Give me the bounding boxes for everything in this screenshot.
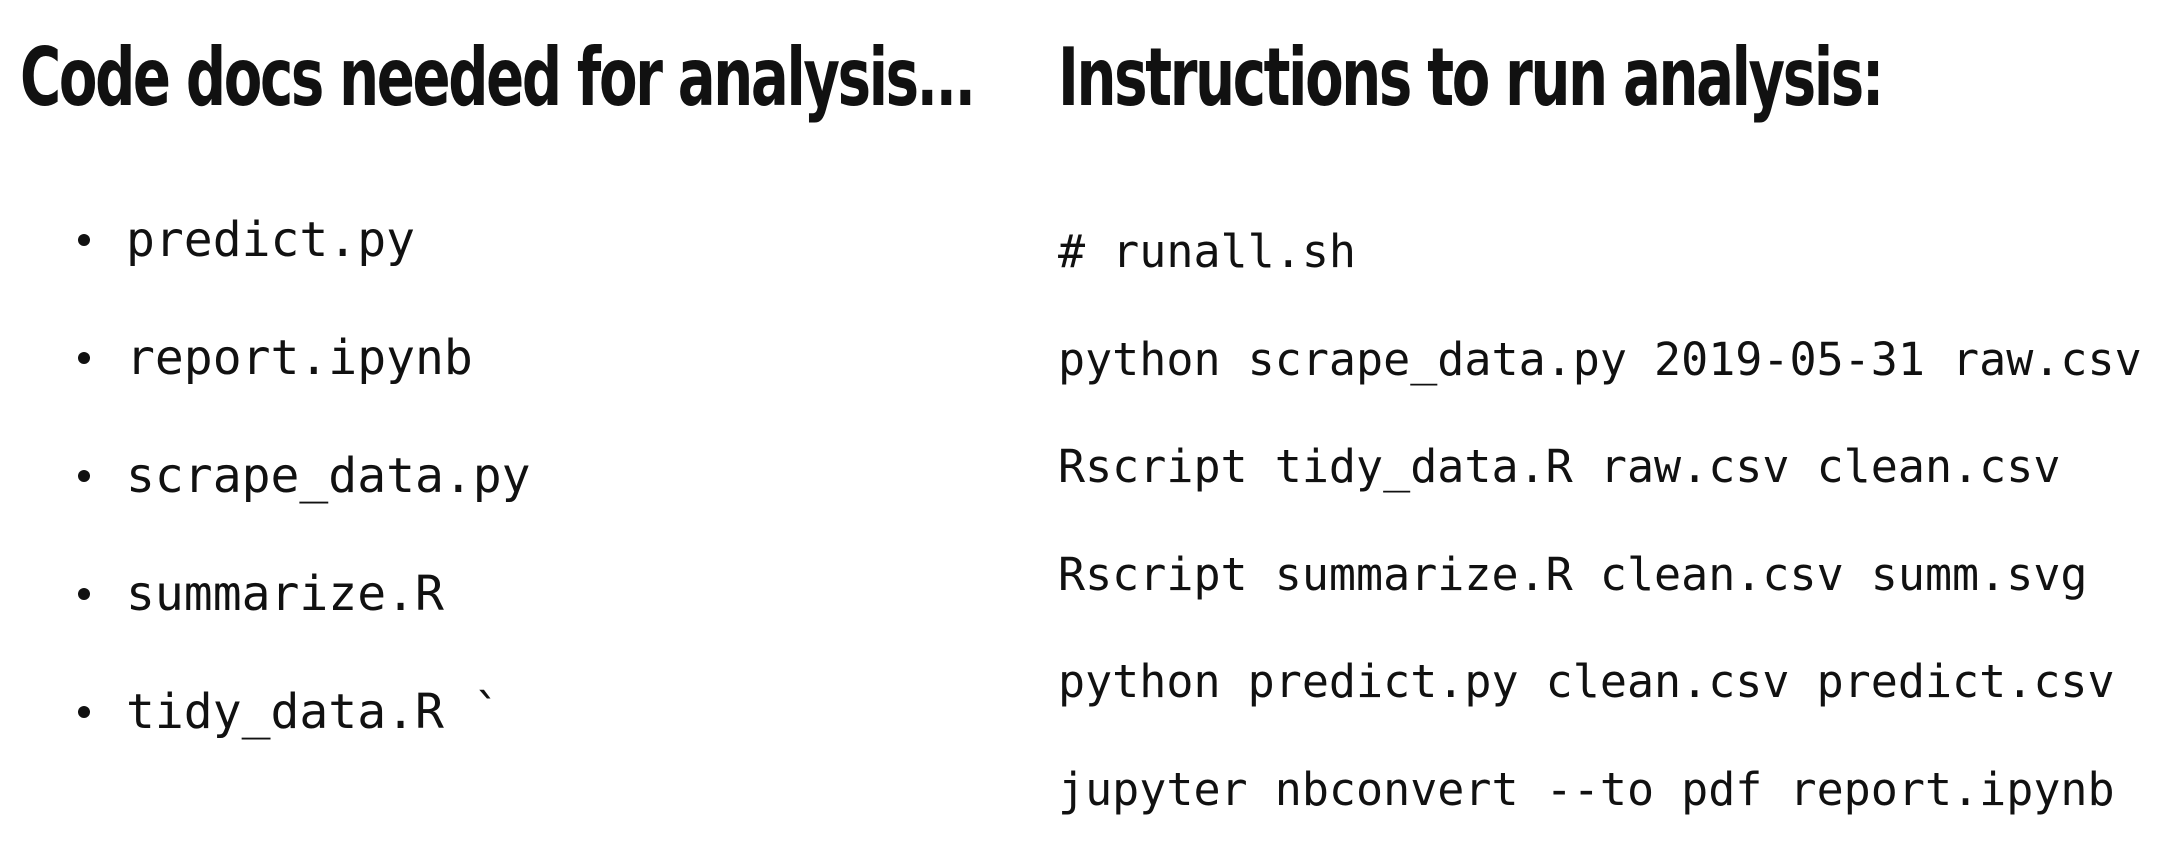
instructions-heading: Instructions to run analysis: <box>1058 30 1882 126</box>
bullet-icon <box>78 706 90 718</box>
shell-script-block: # runall.sh python scrape_data.py 2019-0… <box>1058 222 2142 867</box>
script-comment-line: # runall.sh <box>1058 222 2142 330</box>
file-list-item: report.ipynb <box>20 328 531 446</box>
file-list: predict.py report.ipynb scrape_data.py s… <box>20 210 531 800</box>
command-line: python predict.py clean.csv predict.csv <box>1058 652 2142 760</box>
file-name: summarize.R <box>126 566 444 622</box>
file-list-item: predict.py <box>20 210 531 328</box>
file-name: predict.py <box>126 212 415 268</box>
file-name: scrape_data.py <box>126 448 531 504</box>
command-line: python scrape_data.py 2019-05-31 raw.csv <box>1058 330 2142 438</box>
command-line: Rscript tidy_data.R raw.csv clean.csv <box>1058 437 2142 545</box>
bullet-icon <box>78 352 90 364</box>
code-docs-heading: Code docs needed for analysis... <box>20 30 974 126</box>
bullet-icon <box>78 470 90 482</box>
file-name: report.ipynb <box>126 330 473 386</box>
command-line: jupyter nbconvert --to pdf report.ipynb <box>1058 760 2142 867</box>
bullet-icon <box>78 234 90 246</box>
command-line: Rscript summarize.R clean.csv summ.svg <box>1058 545 2142 653</box>
file-list-item: summarize.R <box>20 564 531 682</box>
bullet-icon <box>78 588 90 600</box>
file-name: tidy_data.R ` <box>126 684 502 740</box>
file-list-item: scrape_data.py <box>20 446 531 564</box>
file-list-item: tidy_data.R ` <box>20 682 531 800</box>
